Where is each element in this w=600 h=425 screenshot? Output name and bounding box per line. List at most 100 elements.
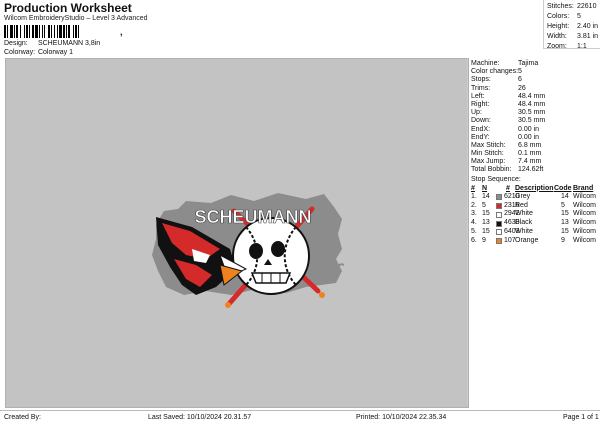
- machine-info-value: 5: [518, 68, 522, 76]
- machine-info-row: EndY: 0.00 in: [468, 134, 600, 142]
- stop-description: White: [515, 228, 533, 235]
- barcode-bar: [48, 25, 50, 38]
- color-swatch: [496, 203, 502, 209]
- machine-info-panel: Machine: Tajima Color changes: 5 Stops: 6 T…: [467, 58, 600, 406]
- color-swatch: [496, 229, 502, 236]
- machine-info-row: Stops: 6: [468, 76, 600, 84]
- summary-row: Zoom: 1:1: [544, 42, 600, 52]
- stop-row: 6. 9 107 Orange 9 Wilcom: [468, 237, 600, 246]
- machine-info-row: Down: 30.5 mm: [468, 117, 600, 125]
- stop-brand: Wilcom: [573, 236, 596, 244]
- barcode-bar: [42, 25, 43, 38]
- stop-num: 3.: [471, 210, 477, 218]
- embroidery-design: SCHEUMANN: [152, 193, 345, 308]
- machine-info-value: 0.00 in: [518, 133, 540, 141]
- stop-needle: 13: [482, 219, 490, 227]
- machine-info-label: Left:: [471, 92, 485, 100]
- barcode-bar: [14, 25, 15, 38]
- barcode-bar: [10, 25, 13, 38]
- baseball-skull: [232, 217, 310, 295]
- barcode-bar: [44, 25, 45, 38]
- design-team-text: SCHEUMANN: [195, 207, 312, 227]
- barcode-bar: [68, 25, 70, 38]
- machine-info-label: EndX:: [471, 125, 491, 133]
- summary-row: Stitches: 22610: [544, 2, 600, 12]
- barcode-suffix: ,: [120, 27, 123, 37]
- stop-num: 4.: [471, 219, 477, 227]
- machine-info-value: 0.1 mm: [518, 150, 542, 158]
- barcode-bar: [26, 25, 28, 38]
- stop-sequence-header: # N # Description Code Brand: [468, 184, 600, 193]
- stop-description: Red: [515, 201, 528, 209]
- machine-info-label: Max Jump:: [471, 158, 506, 166]
- barcode-bar: [7, 25, 8, 38]
- design-preview[interactable]: SCHEUMANN: [5, 58, 469, 408]
- stop-needle: 14: [482, 192, 490, 200]
- color-swatch: [496, 220, 502, 227]
- stop-code: 14: [561, 192, 569, 200]
- summary-row: Colors: 5: [544, 12, 600, 22]
- machine-info-label: Max Stitch:: [471, 141, 506, 149]
- stop-description: Orange: [515, 236, 539, 244]
- summary-value: 22610: [577, 3, 597, 10]
- colorway-value: Colorway 1: [37, 49, 73, 56]
- barcode-bar: [78, 25, 79, 38]
- stop-description: White: [515, 210, 533, 218]
- summary-value: 1:1: [577, 43, 587, 50]
- stop-brand: Wilcom: [573, 192, 596, 200]
- page-title: Production Worksheet: [4, 1, 132, 15]
- printed: Printed: 10/10/2024 22.35.34: [356, 414, 447, 421]
- barcode-bar: [32, 25, 34, 38]
- machine-info-value: 48.4 mm: [518, 92, 546, 100]
- machine-info-row: Up: 30.5 mm: [468, 109, 600, 117]
- barcode-bar: [59, 25, 62, 38]
- stop-needle: 15: [482, 228, 490, 235]
- machine-info-label: Right:: [471, 100, 490, 108]
- stop-description: Grey: [515, 192, 531, 200]
- barcode-bar: [29, 25, 30, 38]
- machine-info-value: 30.5 mm: [518, 117, 546, 125]
- stop-brand: Wilcom: [573, 201, 596, 209]
- machine-info-row: Total Bobbin: 124.62ft: [468, 166, 600, 174]
- stop-code: 15: [561, 210, 569, 218]
- machine-info-label: EndY:: [471, 133, 490, 141]
- machine-info-row: Color changes: 5: [468, 68, 600, 76]
- machine-info-label: Min Stitch:: [471, 150, 504, 158]
- stop-stitches: 107: [504, 236, 516, 244]
- stop-row: 3. 15 2942 White 15 Wilcom: [468, 210, 600, 219]
- machine-info-label: Up:: [471, 109, 482, 117]
- machine-info-value: 6.8 mm: [518, 141, 542, 149]
- barcode: [4, 25, 79, 38]
- stop-brand: Wilcom: [573, 219, 596, 227]
- stop-num: 2.: [471, 201, 477, 209]
- summary-label: Zoom:: [547, 43, 567, 50]
- stop-sequence-title: Stop Sequence:: [471, 175, 521, 183]
- barcode-bar: [75, 25, 77, 38]
- machine-info-value: 7.4 mm: [518, 158, 542, 166]
- page-number: Page 1 of 1: [563, 414, 599, 421]
- summary-row: Width: 3.81 in: [544, 32, 600, 42]
- color-swatch: [496, 211, 502, 218]
- machine-info-row: Machine: Tajima: [468, 60, 600, 68]
- stop-row: 1. 14 6210 Grey 14 Wilcom: [468, 193, 600, 202]
- stop-code: 15: [561, 228, 569, 235]
- machine-info-label: Trims:: [471, 84, 491, 92]
- barcode-bar: [39, 25, 40, 38]
- header-num: #: [471, 184, 475, 192]
- stop-code: 5: [561, 201, 565, 209]
- machine-info-label: Color changes:: [471, 68, 519, 76]
- header-st: #: [506, 184, 510, 192]
- stop-sequence-rows: 1. 14 6210 Grey 14 Wilcom 2. 5 2316 Red 5 Wilcom 3. 1…: [468, 193, 600, 246]
- header-code: Code: [554, 184, 572, 192]
- barcode-bar: [51, 25, 52, 38]
- machine-info-value: 48.4 mm: [518, 100, 546, 108]
- barcode-bar: [20, 25, 21, 38]
- color-swatch: [496, 238, 502, 245]
- machine-info-row: Min Stitch: 0.1 mm: [468, 150, 600, 158]
- stop-needle: 5: [482, 201, 486, 209]
- summary-panel: Stitches: 22610 Colors: 5 Height: 2.40 in W…: [543, 0, 600, 52]
- stop-row: 2. 5 2316 Red 5 Wilcom: [468, 202, 600, 211]
- machine-info-value: 30.5 mm: [518, 109, 546, 117]
- colorway-label: Colorway:: [4, 49, 36, 56]
- machine-info-label: Down:: [471, 117, 491, 125]
